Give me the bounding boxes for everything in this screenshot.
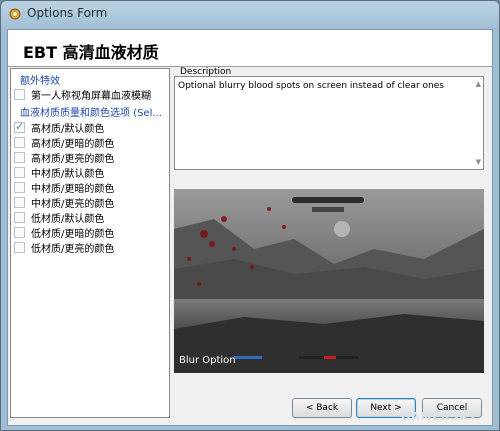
page-title: EBT 高清血液材质	[23, 43, 159, 62]
checkbox[interactable]	[14, 166, 25, 178]
magicka-bar	[234, 356, 262, 359]
checkbox[interactable]	[14, 136, 25, 148]
option-high-default[interactable]: 高材质/默认颜色	[14, 120, 105, 135]
page-header: EBT 高清血液材质	[8, 30, 492, 66]
checkbox[interactable]	[14, 181, 25, 193]
compass-marker	[312, 207, 344, 212]
checkbox[interactable]	[14, 196, 25, 208]
checkbox[interactable]	[14, 151, 25, 163]
scroll-down-icon[interactable]: ▼	[476, 158, 481, 166]
option-label: 中材质/更暗的颜色	[31, 183, 115, 195]
option-first-person-blur[interactable]: 第一人称视角屏幕血液模糊	[14, 87, 151, 102]
option-label: 高材质/更亮的颜色	[31, 153, 115, 165]
option-label: 高材质/更暗的颜色	[31, 138, 115, 150]
option-label: 第一人称视角屏幕血液模糊	[31, 90, 151, 102]
checkbox[interactable]	[14, 211, 25, 223]
options-form-window: Options Form EBT 高清血液材质 额外特效 第一人称视角屏幕血液模…	[0, 0, 500, 431]
preview-caption: Blur Option	[179, 355, 236, 366]
option-medium-darker[interactable]: 中材质/更暗的颜色	[14, 180, 115, 195]
watermark: GAMERSKY	[401, 410, 478, 423]
scroll-up-icon[interactable]: ▲	[476, 80, 481, 88]
sun	[334, 221, 350, 237]
title-bar[interactable]: Options Form	[1, 1, 499, 27]
option-high-darker[interactable]: 高材质/更暗的颜色	[14, 135, 115, 150]
option-high-brighter[interactable]: 高材质/更亮的颜色	[14, 150, 115, 165]
health-bar	[324, 356, 336, 359]
option-label: 低材质/更暗的颜色	[31, 228, 115, 240]
gear-icon	[9, 8, 21, 20]
option-label: 中材质/默认颜色	[31, 168, 105, 180]
option-medium-default[interactable]: 中材质/默认颜色	[14, 165, 105, 180]
group-extra-effects: 额外特效	[20, 76, 60, 87]
preview-image: Blur Option	[174, 189, 484, 373]
checkbox-checked[interactable]	[14, 120, 25, 133]
checkbox[interactable]	[14, 88, 25, 100]
option-label: 高材质/默认颜色	[31, 123, 105, 135]
compass-bar	[292, 197, 364, 203]
option-low-brighter[interactable]: 低材质/更亮的颜色	[14, 240, 115, 255]
description-text: Optional blurry blood spots on screen in…	[178, 81, 444, 91]
option-label: 低材质/更亮的颜色	[31, 243, 115, 255]
option-label: 低材质/默认颜色	[31, 213, 105, 225]
option-label: 中材质/更亮的颜色	[31, 198, 115, 210]
option-low-default[interactable]: 低材质/默认颜色	[14, 210, 105, 225]
header-divider	[8, 66, 492, 67]
description-textbox[interactable]: Optional blurry blood spots on screen in…	[174, 76, 484, 170]
back-button[interactable]: < Back	[292, 398, 352, 418]
checkbox[interactable]	[14, 226, 25, 238]
window-title: Options Form	[27, 6, 108, 20]
options-tree[interactable]: 额外特效 第一人称视角屏幕血液模糊 血液材质质量和颜色选项 (Sel... 高材…	[10, 68, 170, 418]
wizard-page: EBT 高清血液材质 额外特效 第一人称视角屏幕血液模糊 血液材质质量和颜色选项…	[7, 29, 493, 426]
preview-scene	[174, 189, 484, 373]
group-blood-quality: 血液材质质量和颜色选项 (Sel...	[20, 108, 162, 119]
option-low-darker[interactable]: 低材质/更暗的颜色	[14, 225, 115, 240]
checkbox[interactable]	[14, 241, 25, 253]
option-medium-brighter[interactable]: 中材质/更亮的颜色	[14, 195, 115, 210]
